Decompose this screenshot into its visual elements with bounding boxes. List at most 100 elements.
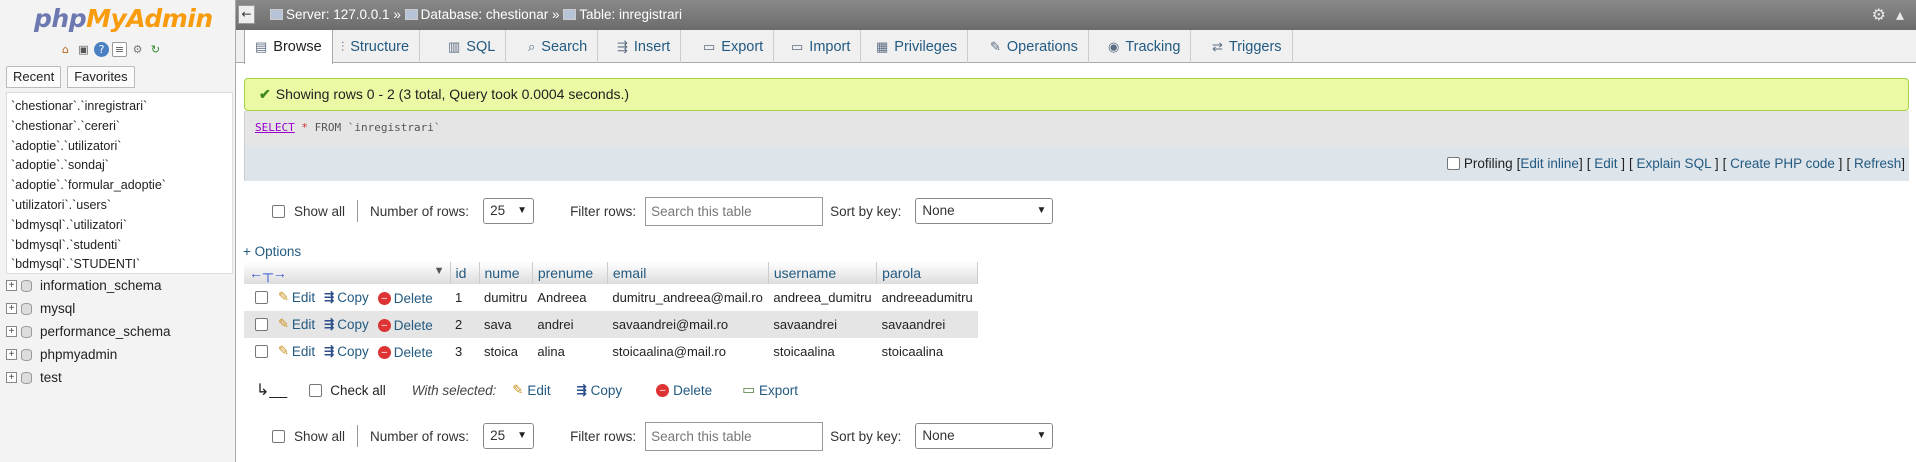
rows-select[interactable]: 25 ▼ [483,423,535,449]
tab-browse[interactable]: ▤ Browse [244,30,333,64]
options-link[interactable]: + Options [243,244,301,259]
tab-export[interactable]: ▭ Export [693,30,775,63]
recent-item[interactable]: `bdmysql`.`utilizatori` [11,216,232,236]
delete-row-button[interactable]: – Delete [377,318,433,333]
logout-icon[interactable]: ▣ [76,42,91,57]
tab-insert[interactable]: ⇶ Insert [607,30,682,63]
cell-parola[interactable]: savaandrei [876,311,978,338]
db-label[interactable]: performance_schema [40,324,171,339]
phpmyadmin-logo[interactable]: phpMyAdmin [34,2,213,36]
explain-sql-link[interactable]: Explain SQL [1637,156,1712,171]
filter-input[interactable]: Search this table [645,421,824,451]
collapse-nav-button[interactable]: ← [238,5,255,24]
db-item-test[interactable]: + test [6,366,171,389]
column-header-id[interactable]: id [450,262,480,284]
cell-nume[interactable]: dumitru [479,284,532,311]
tab-privileges[interactable]: ▦ Privileges [866,30,969,63]
expand-icon[interactable]: + [6,280,17,291]
breadcrumb-server[interactable]: Server: 127.0.0.1 [286,7,390,22]
cell-email[interactable]: savaandrei@mail.ro [607,311,769,338]
db-label[interactable]: phpmyadmin [40,347,117,362]
refresh-link[interactable]: Refresh [1854,156,1901,171]
show-all-label[interactable]: Show all [294,429,345,444]
sql-query[interactable]: SELECT * FROM `inregistrari` [255,121,440,134]
delete-row-button[interactable]: – Delete [377,291,433,306]
expand-icon[interactable]: + [6,349,17,360]
show-all-checkbox[interactable] [272,429,285,443]
cell-email[interactable]: stoicaalina@mail.ro [607,338,768,365]
gear-icon[interactable]: ⚙ [1872,6,1886,24]
tab-favorites[interactable]: Favorites [67,66,135,88]
cell-parola[interactable]: andreeadumitru [877,284,978,311]
home-icon[interactable]: ⌂ [58,42,73,57]
show-all-checkbox[interactable] [272,204,285,218]
db-item-mysql[interactable]: + mysql [6,297,171,320]
db-label[interactable]: test [40,370,62,385]
sort-select[interactable]: None ▼ [915,198,1054,224]
cell-nume[interactable]: sava [479,311,533,338]
column-controls-header[interactable]: ←┬→ ▼ [244,262,451,284]
cell-nume[interactable]: stoica [479,338,532,365]
db-item-information-schema[interactable]: + information_schema [6,274,171,297]
cell-id[interactable]: 1 [450,284,479,311]
cell-email[interactable]: dumitru_andreea@mail.ro [607,284,768,311]
tab-operations[interactable]: ✎ Operations [980,30,1089,63]
expand-icon[interactable]: + [6,372,17,383]
tab-sql[interactable]: ▥ SQL [438,30,507,63]
menu-collapse-icon[interactable]: ▴ [1896,6,1904,24]
expand-icon[interactable]: + [6,303,17,314]
cell-parola[interactable]: stoicaalina [877,338,978,365]
expand-icon[interactable]: + [6,326,17,337]
tab-import[interactable]: ▭ Import [781,30,862,63]
cell-id[interactable]: 2 [450,311,479,338]
tab-search[interactable]: ⌕ Search [518,30,599,63]
bulk-export-button[interactable]: ▭ Export [742,382,798,398]
column-header-username[interactable]: username [768,262,878,284]
cell-username[interactable]: stoicaalina [768,338,876,365]
sql-keyword[interactable]: SELECT [255,121,295,134]
cell-prenume[interactable]: andrei [532,311,608,338]
copy-row-button[interactable]: ⇶ Copy [324,344,369,359]
bulk-copy-button[interactable]: ⇶ Copy [577,383,623,398]
recent-item[interactable]: `utilizatori`.`users` [11,196,232,216]
recent-item[interactable]: `bdmysql`.`STUDENTI` [11,255,232,275]
cell-prenume[interactable]: Andreea [532,284,607,311]
db-label[interactable]: information_schema [40,278,162,293]
db-label[interactable]: mysql [40,301,75,316]
edit-sql-link[interactable]: Edit [1594,156,1617,171]
breadcrumb-database[interactable]: Database: chestionar [421,7,549,22]
tab-structure[interactable]: ⫶ Structure [331,30,421,63]
copy-row-button[interactable]: ⇶ Copy [324,317,369,332]
bulk-edit-button[interactable]: ✎ Edit [512,382,550,398]
profiling-checkbox[interactable] [1446,157,1460,170]
recent-item[interactable]: `adoptie`.`formular_adoptie` [11,176,232,196]
cell-id[interactable]: 3 [450,338,479,365]
show-all-label[interactable]: Show all [294,204,345,219]
row-checkbox[interactable] [255,345,268,359]
docs-icon[interactable]: ≡ [112,42,127,57]
copy-row-button[interactable]: ⇶ Copy [324,290,369,305]
cell-username[interactable]: andreea_dumitru [768,284,876,311]
column-header-prenume[interactable]: prenume [532,262,608,284]
cell-prenume[interactable]: alina [532,338,607,365]
help-icon[interactable]: ? [94,42,109,57]
recent-item[interactable]: `chestionar`.`inregistrari` [11,97,232,117]
tab-recent[interactable]: Recent [6,66,62,88]
recent-item[interactable]: `chestionar`.`cereri` [11,117,232,137]
edit-row-button[interactable]: ✎ Edit [278,316,315,332]
db-item-performance-schema[interactable]: + performance_schema [6,320,171,343]
filter-input[interactable]: Search this table [645,196,824,226]
column-header-parola[interactable]: parola [876,262,979,284]
check-all-checkbox[interactable] [309,383,323,397]
tab-triggers[interactable]: ⇄ Triggers [1202,30,1293,63]
breadcrumb-table[interactable]: Table: inregistrari [579,7,682,22]
edit-inline-link[interactable]: Edit inline [1520,156,1579,171]
bulk-delete-button[interactable]: – Delete [656,383,712,398]
tab-tracking[interactable]: ◉ Tracking [1098,30,1192,63]
row-checkbox[interactable] [255,318,268,332]
cell-username[interactable]: savaandrei [768,311,877,338]
row-checkbox[interactable] [255,291,268,305]
reload-icon[interactable]: ↻ [148,42,163,57]
sort-select[interactable]: None ▼ [915,423,1054,449]
delete-row-button[interactable]: – Delete [377,345,433,360]
